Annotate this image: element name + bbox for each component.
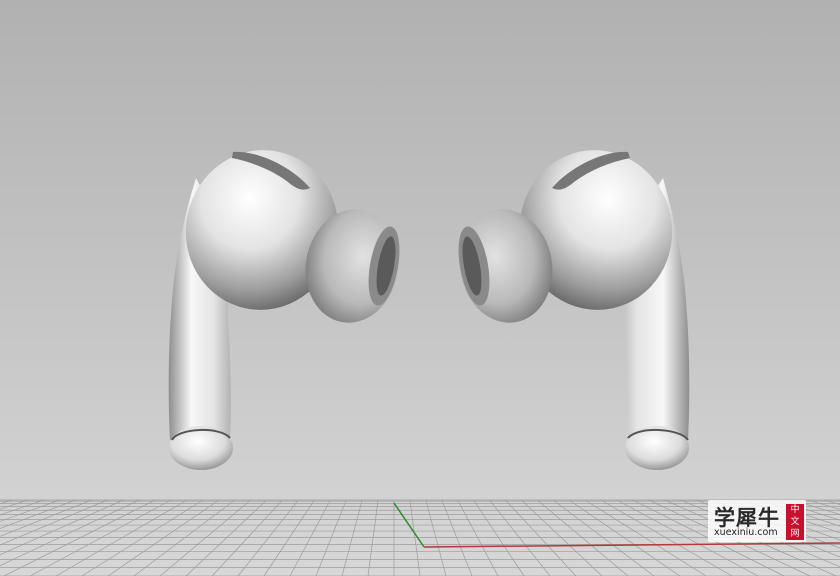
watermark-url: xuexiniu.com [714,527,778,538]
render-canvas [0,0,840,576]
watermark-badge-char: 中 [790,505,800,515]
watermark-badge-char: 网 [790,529,800,539]
watermark-badge-char: 文 [790,517,800,527]
viewport-3d[interactable]: 学犀牛 xuexiniu.com 中 文 网 [0,0,840,576]
watermark-logo: 学犀牛 xuexiniu.com 中 文 网 [708,500,806,542]
watermark-badge: 中 文 网 [786,504,804,540]
